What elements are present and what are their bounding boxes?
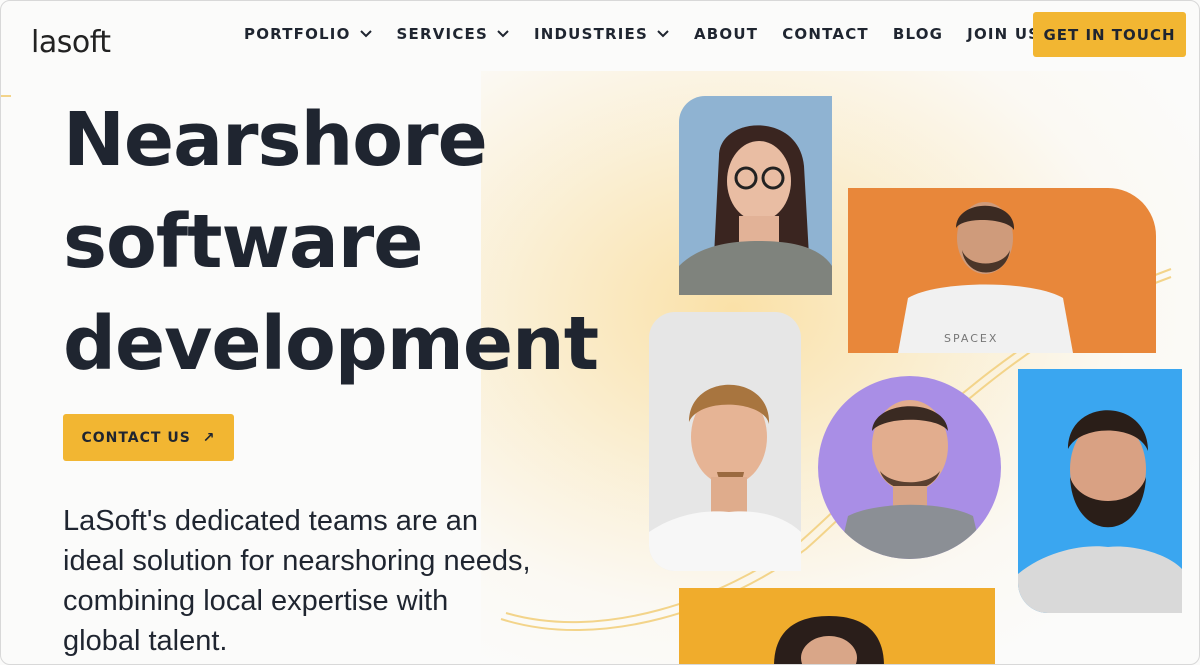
browser-frame: lasoft PORTFOLIO SERVICES INDUSTRIES ABO… bbox=[0, 0, 1200, 665]
nav-item-label: SERVICES bbox=[396, 25, 488, 43]
photo-man-purple bbox=[818, 376, 1001, 559]
nav-item-portfolio[interactable]: PORTFOLIO bbox=[244, 25, 373, 43]
nav-item-join-us[interactable]: JOIN US bbox=[967, 25, 1040, 43]
description-line: LaSoft's dedicated teams are an bbox=[63, 505, 479, 537]
photo-woman-yellow bbox=[679, 588, 995, 664]
nav-item-label: CONTACT bbox=[782, 25, 869, 43]
lasoft-logo[interactable]: lasoft bbox=[31, 25, 111, 60]
nav-item-label: PORTFOLIO bbox=[244, 25, 351, 43]
headline-line: software bbox=[63, 199, 423, 285]
nav-item-blog[interactable]: BLOG bbox=[893, 25, 943, 43]
nav-item-label: ABOUT bbox=[693, 25, 759, 43]
nav-item-services[interactable]: SERVICES bbox=[397, 25, 510, 43]
chevron-down-icon bbox=[359, 30, 372, 38]
nav-item-contact[interactable]: CONTACT bbox=[782, 25, 869, 43]
photo-woman-glasses bbox=[679, 96, 832, 295]
photo-man-blue-beard bbox=[1018, 369, 1182, 613]
nav-item-industries[interactable]: INDUSTRIES bbox=[534, 25, 670, 43]
nav-item-label: JOIN US bbox=[967, 25, 1041, 43]
contact-us-label: CONTACT US bbox=[81, 429, 191, 446]
hero-headline: Nearshore software development bbox=[63, 89, 623, 395]
nav-item-about[interactable]: ABOUT bbox=[694, 25, 758, 43]
arrow-up-right-icon: ↗ bbox=[202, 429, 216, 446]
photo-man-spacex: SPACEX bbox=[848, 188, 1156, 353]
chevron-down-icon bbox=[657, 30, 669, 38]
contact-us-button[interactable]: CONTACT US ↗ bbox=[63, 414, 234, 461]
description-line: ideal solution for nearshoring needs, bbox=[63, 545, 531, 577]
photo-man-white-shirt bbox=[649, 312, 801, 571]
hero-description: LaSoft's dedicated teams are an ideal so… bbox=[63, 501, 603, 661]
chevron-down-icon bbox=[497, 30, 509, 38]
spacex-shirt-text: SPACEX bbox=[944, 332, 999, 345]
get-in-touch-button[interactable]: GET IN TOUCH bbox=[1033, 12, 1186, 57]
description-line: combining local expertise with bbox=[63, 585, 449, 617]
headline-line: development bbox=[63, 301, 599, 387]
headline-line: Nearshore bbox=[63, 97, 488, 183]
nav-item-label: BLOG bbox=[892, 25, 944, 43]
site-header: lasoft PORTFOLIO SERVICES INDUSTRIES ABO… bbox=[1, 1, 1199, 71]
main-nav: PORTFOLIO SERVICES INDUSTRIES ABOUT CONT… bbox=[244, 25, 1064, 43]
nav-item-label: INDUSTRIES bbox=[534, 25, 648, 43]
description-line: global talent. bbox=[63, 625, 228, 657]
